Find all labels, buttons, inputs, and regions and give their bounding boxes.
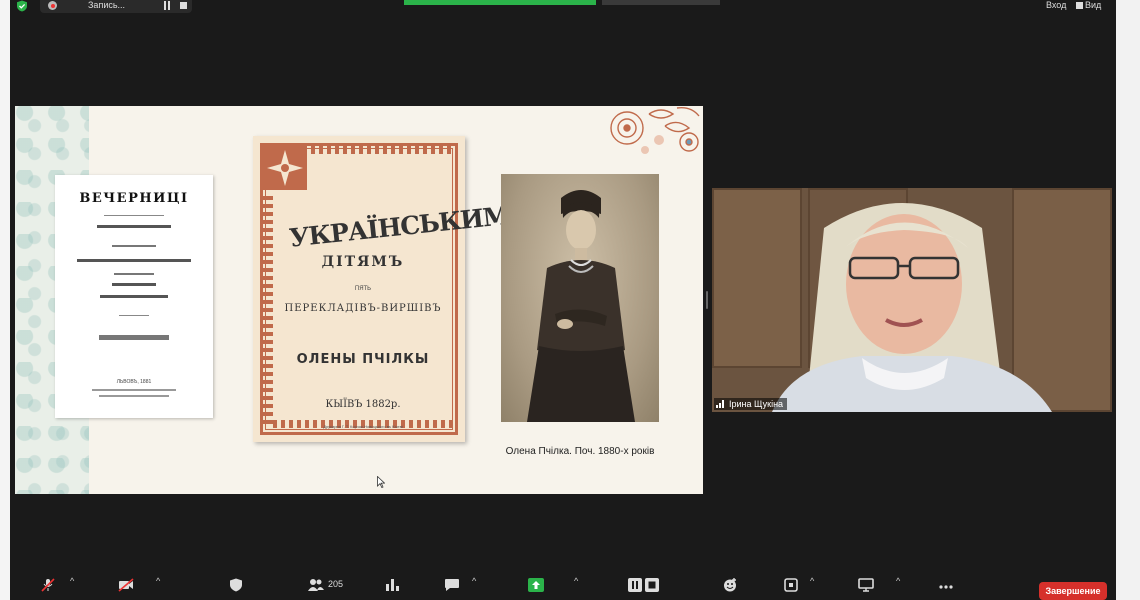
participant-name-tag: Ірина Щукіна — [714, 398, 788, 410]
woman-portrait-image — [527, 190, 635, 422]
book1-text-line — [114, 273, 154, 275]
stop-recording-icon[interactable] — [180, 2, 187, 9]
pause-recording-icon[interactable] — [163, 1, 171, 10]
meeting-toolbar: ^ ^ 205 ^ ^ ^ ^ Завершение — [10, 570, 1116, 600]
video-options-chevron-icon[interactable]: ^ — [156, 576, 160, 586]
panel-resize-handle[interactable] — [706, 291, 708, 309]
book1-text-line — [99, 395, 169, 397]
book-cover-ukrainskym-ditiam: УКРАЇНСЬКИМЪ ДІТЯМЪ ПЯТЬ ПЕРЕКЛАДІВЪ-ВИР… — [253, 136, 534, 442]
book1-text-line — [97, 225, 171, 228]
view-button[interactable]: Вид — [1076, 0, 1101, 10]
top-bar: Запись... Вход Вид — [10, 0, 1116, 14]
zoom-meeting-window: Запись... Вход Вид ВЕЧЕРНИЦІ ЛЬВОВЪ, 188… — [10, 0, 1116, 600]
participant-image — [772, 203, 1052, 412]
book2-place-year: КЫЇВЪ 1882р. — [325, 399, 401, 410]
book1-text-line — [77, 259, 191, 262]
mouse-pointer-icon — [377, 476, 385, 488]
book2-printer: Друкарня Г. Т. Корчак-Новицького въ Кыев… — [323, 424, 403, 429]
portrait-photo — [501, 174, 659, 422]
whiteboard-options-chevron-icon[interactable]: ^ — [896, 576, 900, 586]
screen-share-banner[interactable] — [404, 0, 596, 5]
recording-controls-icon[interactable] — [628, 578, 660, 592]
audio-options-chevron-icon[interactable]: ^ — [70, 576, 74, 586]
participants-icon[interactable] — [308, 578, 324, 592]
record-dot-icon — [48, 1, 57, 10]
whiteboard-icon[interactable] — [858, 578, 874, 592]
book1-text-line — [112, 283, 156, 286]
more-options-icon[interactable] — [938, 578, 954, 592]
view-grid-icon — [1076, 2, 1083, 9]
book2-subtitle: ДІТЯМЪ — [321, 254, 405, 270]
book1-text-line — [92, 389, 176, 391]
end-meeting-button[interactable]: Завершение — [1039, 582, 1107, 600]
view-label: Вид — [1085, 0, 1102, 10]
participants-count: 205 — [328, 579, 344, 589]
view-options-banner[interactable] — [602, 0, 720, 5]
desktop-edge — [1116, 0, 1140, 600]
book1-title: ВЕЧЕРНИЦІ — [79, 191, 189, 206]
polls-chart-icon[interactable] — [384, 578, 400, 592]
book2-ornament-corner — [263, 146, 307, 190]
book2-ornament-top — [311, 146, 455, 154]
share-options-chevron-icon[interactable]: ^ — [574, 576, 578, 586]
recording-label: Запись... — [88, 0, 126, 10]
reactions-emoji-icon[interactable] — [722, 578, 738, 592]
participant-video[interactable]: Ірина Щукіна — [712, 188, 1112, 412]
chat-bubble-icon[interactable] — [444, 578, 460, 592]
book1-text-line — [100, 295, 168, 298]
share-screen-icon[interactable] — [528, 578, 544, 592]
enter-label[interactable]: Вход — [1046, 0, 1066, 10]
book1-text-line — [112, 245, 156, 247]
signal-strength-icon — [716, 400, 726, 408]
book1-stamp-line — [99, 335, 169, 340]
video-off-icon[interactable] — [118, 578, 134, 592]
book2-ornament-side — [263, 194, 273, 424]
book1-place: ЛЬВОВЪ, 1881 — [116, 379, 152, 385]
mic-muted-icon[interactable] — [40, 578, 56, 592]
book2-author: ОЛЕНЫ ПЧІЛКЫ — [296, 352, 430, 367]
shield-check-icon[interactable] — [16, 0, 28, 12]
ornament-star-icon — [267, 150, 303, 186]
book1-rule — [104, 215, 164, 216]
recording-indicator: Запись... — [40, 0, 192, 13]
chat-options-chevron-icon[interactable]: ^ — [472, 576, 476, 586]
apps-options-chevron-icon[interactable]: ^ — [810, 576, 814, 586]
book2-description: ПЕРЕКЛАДІВЪ-ВИРШІВЪ — [284, 303, 442, 314]
embroidery-flowers-decoration — [610, 106, 700, 154]
security-shield-icon[interactable] — [228, 578, 244, 592]
book-cover-vechernytsi: ВЕЧЕРНИЦІ ЛЬВОВЪ, 1881 — [55, 175, 213, 418]
book1-rule — [119, 315, 149, 316]
apps-icon[interactable] — [784, 578, 800, 592]
participant-name: Ірина Щукіна — [729, 399, 784, 409]
shared-slide: ВЕЧЕРНИЦІ ЛЬВОВЪ, 1881 УКРАЇНСЬКИМЪ ДІТЯ… — [15, 106, 703, 494]
photo-caption: Олена Пчілка. Поч. 1880-х років — [505, 446, 655, 457]
book2-count: ПЯТЬ — [354, 286, 372, 292]
